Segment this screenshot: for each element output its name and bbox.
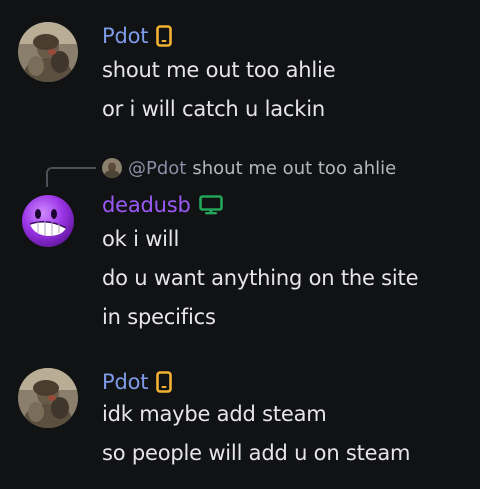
message-text: ok i will bbox=[102, 227, 180, 251]
message-text: in specifics bbox=[102, 305, 216, 329]
avatar[interactable] bbox=[18, 190, 78, 250]
reply-preview[interactable]: @Pdot shout me out too ahlie bbox=[102, 156, 396, 180]
pdot-avatar-image bbox=[18, 22, 78, 82]
author-name[interactable]: Pdot bbox=[102, 368, 148, 396]
reply-spine bbox=[46, 167, 96, 187]
desktop-icon bbox=[198, 195, 223, 215]
message-text: so people will add u on steam bbox=[102, 441, 411, 465]
author-name[interactable]: Pdot bbox=[102, 22, 148, 50]
mobile-icon bbox=[156, 371, 173, 393]
reply-avatar bbox=[102, 158, 122, 178]
avatar[interactable] bbox=[18, 22, 78, 82]
author-row: deadusb bbox=[102, 191, 223, 219]
deadusb-avatar-image bbox=[18, 190, 78, 250]
reply-mention[interactable]: @Pdot bbox=[128, 158, 186, 179]
message-text: idk maybe add steam bbox=[102, 402, 327, 426]
author-row: Pdot bbox=[102, 22, 173, 50]
message-text: shout me out too ahlie bbox=[102, 58, 336, 82]
message-text: or i will catch u lackin bbox=[102, 97, 325, 121]
message-text: do u want anything on the site bbox=[102, 266, 419, 290]
reply-text: shout me out too ahlie bbox=[192, 157, 397, 179]
avatar[interactable] bbox=[18, 368, 78, 428]
pdot-avatar-image bbox=[18, 368, 78, 428]
author-row: Pdot bbox=[102, 368, 173, 396]
author-name[interactable]: deadusb bbox=[102, 191, 191, 219]
mobile-icon bbox=[156, 25, 173, 47]
